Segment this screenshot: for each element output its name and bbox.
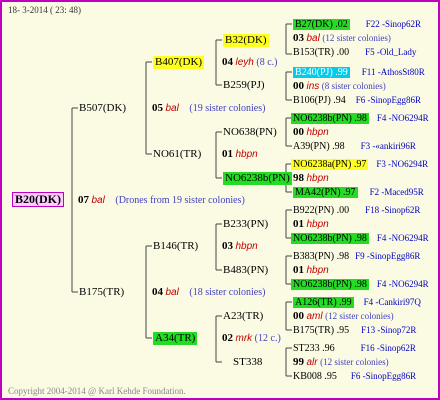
queen-g2-1: NO61(TR) [153,148,202,160]
queen-g3-7: ST338 [233,356,263,368]
drone-g4-7: 00 hbpn [293,126,329,138]
queen-g1-0: B507(DK) [79,102,127,114]
queen-g2-2: B146(TR) [153,240,199,252]
queen-g2-3: A34(TR) [153,332,198,345]
queen-g4-11: MA42(PN) .97 F2 -Maced95R [293,187,424,198]
timestamp: 18- 3-2014 ( 23: 48) [8,5,81,15]
queen-g4-21: ST233 .96 F16 -Sinop62R [293,343,416,354]
queen-g3-5: B483(PN) [223,264,269,276]
queen-g4-8: A39(PN) .98 F3 -«ankiri96R [293,141,416,152]
drone-info-g1-0: 05 bal (19 sister colonies) [152,102,266,114]
drone-g4-10: 98 hbpn [293,172,329,184]
drone-g4-13: 01 hbpn [293,218,329,230]
queen-g4-5: B106(PJ) .94 F6 -SinopEgg86R [293,95,422,106]
queen-g3-2: NO638(PN) [223,126,277,138]
queen-g2-0: B407(DK) [153,56,205,69]
drone-g4-16: 01 hbpn [293,264,329,276]
root-drone-info: 07 bal (Drones from 19 sister colonies) [78,194,245,206]
queen-g4-17: NO6238b(PN) .98 F4 -NO6294R [291,279,429,290]
queen-g4-0: B27(DK) .02 F22 -Sinop62R [293,19,422,30]
queen-g3-1: B259(PJ) [223,79,265,91]
queen-g3-0: B32(DK) [223,34,269,47]
root-queen: B20(DK) [12,192,64,207]
queen-g4-15: B383(PN) .98 F9 -SinopEgg86R [293,251,421,262]
drone-info-g2-3: 02 mrk (12 c.) [222,332,281,344]
pedigree-frame: 18- 3-2014 ( 23: 48) B20(DK) 07 bal (Dro… [0,0,440,400]
queen-g4-12: B922(PN) .00 F18 -Sinop62R [293,205,421,216]
queen-g4-2: B153(TR) .00 F5 -Old_Lady [293,47,417,58]
drone-g4-19: 00 aml (12 sister colonies) [293,310,394,322]
queen-g4-6: NO6238b(PN) .98 F4 -NO6294R [291,113,429,124]
queen-g4-14: NO6238b(PN) .98 F4 -NO6294R [291,233,429,244]
drone-g4-4: 00 ins (8 sister colonies) [293,80,386,92]
drone-g4-22: 99 alr (12 sister colonies) [293,356,389,368]
drone-info-g2-2: 03 hbpn [222,240,258,252]
queen-g4-9: NO6238a(PN) .97 F3 -NO6294R [291,159,429,170]
queen-g3-4: B233(PN) [223,218,269,230]
queen-g1-1: B175(TR) [79,286,125,298]
queen-g4-18: A126(TR) .99 F4 -Cankiri97Q [293,297,421,308]
copyright: Copyright 2004-2014 @ Karl Kehde Foundat… [8,386,186,396]
drone-info-g2-0: 04 leyh (8 c.) [222,56,278,68]
queen-g3-6: A23(TR) [223,310,264,322]
queen-g4-3: B240(PJ) .99 F11 -AthosSt80R [293,67,425,78]
drone-info-g2-1: 01 hbpn [222,148,258,160]
queen-g4-20: B175(TR) .95 F13 -Sinop72R [293,325,417,336]
queen-g3-3: NO6238b(PN) [223,172,292,185]
queen-g4-23: KB008 .95 F6 -SinopEgg86R [293,371,417,382]
drone-g4-1: 03 bal (12 sister colonies) [293,32,391,44]
drone-info-g1-1: 04 bal (18 sister colonies) [152,286,266,298]
